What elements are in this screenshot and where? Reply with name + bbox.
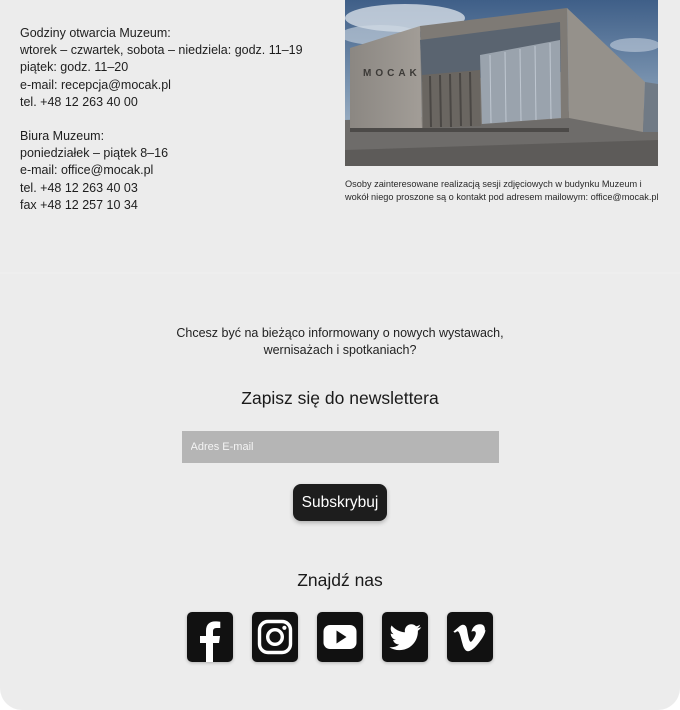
- opening-hours-weekdays: wtorek – czwartek, sobota – niedziela: g…: [20, 43, 303, 58]
- opening-hours-heading: Godziny otwarcia Muzeum:: [20, 26, 171, 40]
- offices-heading: Biura Muzeum:: [20, 129, 105, 144]
- newsletter-section: Chcesz być na bieżąco informowany o nowy…: [0, 325, 680, 521]
- footer-section: Godziny otwarcia Muzeum: wtorek – czwart…: [0, 0, 680, 710]
- building-sign-text: MOCAK: [363, 68, 421, 79]
- offices-fax: fax +48 12 257 10 34: [20, 197, 138, 212]
- offices-phone[interactable]: tel. +48 12 263 40 03: [20, 180, 330, 197]
- reception-email[interactable]: e-mail: recepcja@mocak.pl: [20, 77, 330, 94]
- youtube-icon[interactable]: [317, 612, 363, 662]
- section-divider: [0, 272, 680, 274]
- museum-info: Godziny otwarcia Muzeum: wtorek – czwart…: [20, 25, 330, 214]
- offices-email[interactable]: e-mail: office@mocak.pl: [20, 162, 330, 179]
- subscribe-button[interactable]: Subskrybuj: [292, 484, 388, 521]
- opening-hours-block: Godziny otwarcia Muzeum: wtorek – czwart…: [20, 25, 330, 111]
- reception-phone[interactable]: tel. +48 12 263 40 00: [20, 94, 330, 111]
- museum-building-photo: MOCAK: [345, 0, 658, 166]
- vimeo-icon[interactable]: [447, 612, 493, 662]
- offices-hours: poniedziałek – piątek 8–16: [20, 146, 169, 161]
- newsletter-title: Zapisz się do newslettera: [241, 388, 439, 408]
- instagram-icon[interactable]: [252, 612, 298, 662]
- twitter-icon[interactable]: [382, 612, 428, 662]
- museum-building-illustration: MOCAK: [345, 0, 658, 166]
- newsletter-intro: Chcesz być na bieżąco informowany o nowy…: [176, 326, 504, 357]
- offices-block: Biura Muzeum: poniedziałek – piątek 8–16…: [20, 128, 330, 214]
- social-links: [0, 612, 680, 662]
- opening-hours-friday: piątek: godz. 11–20: [20, 60, 129, 75]
- facebook-icon[interactable]: [187, 612, 233, 662]
- find-us-title: Znajdź nas: [297, 570, 383, 590]
- email-field[interactable]: [181, 431, 499, 463]
- photo-caption: Osoby zainteresowane realizacją sesji zd…: [345, 179, 659, 203]
